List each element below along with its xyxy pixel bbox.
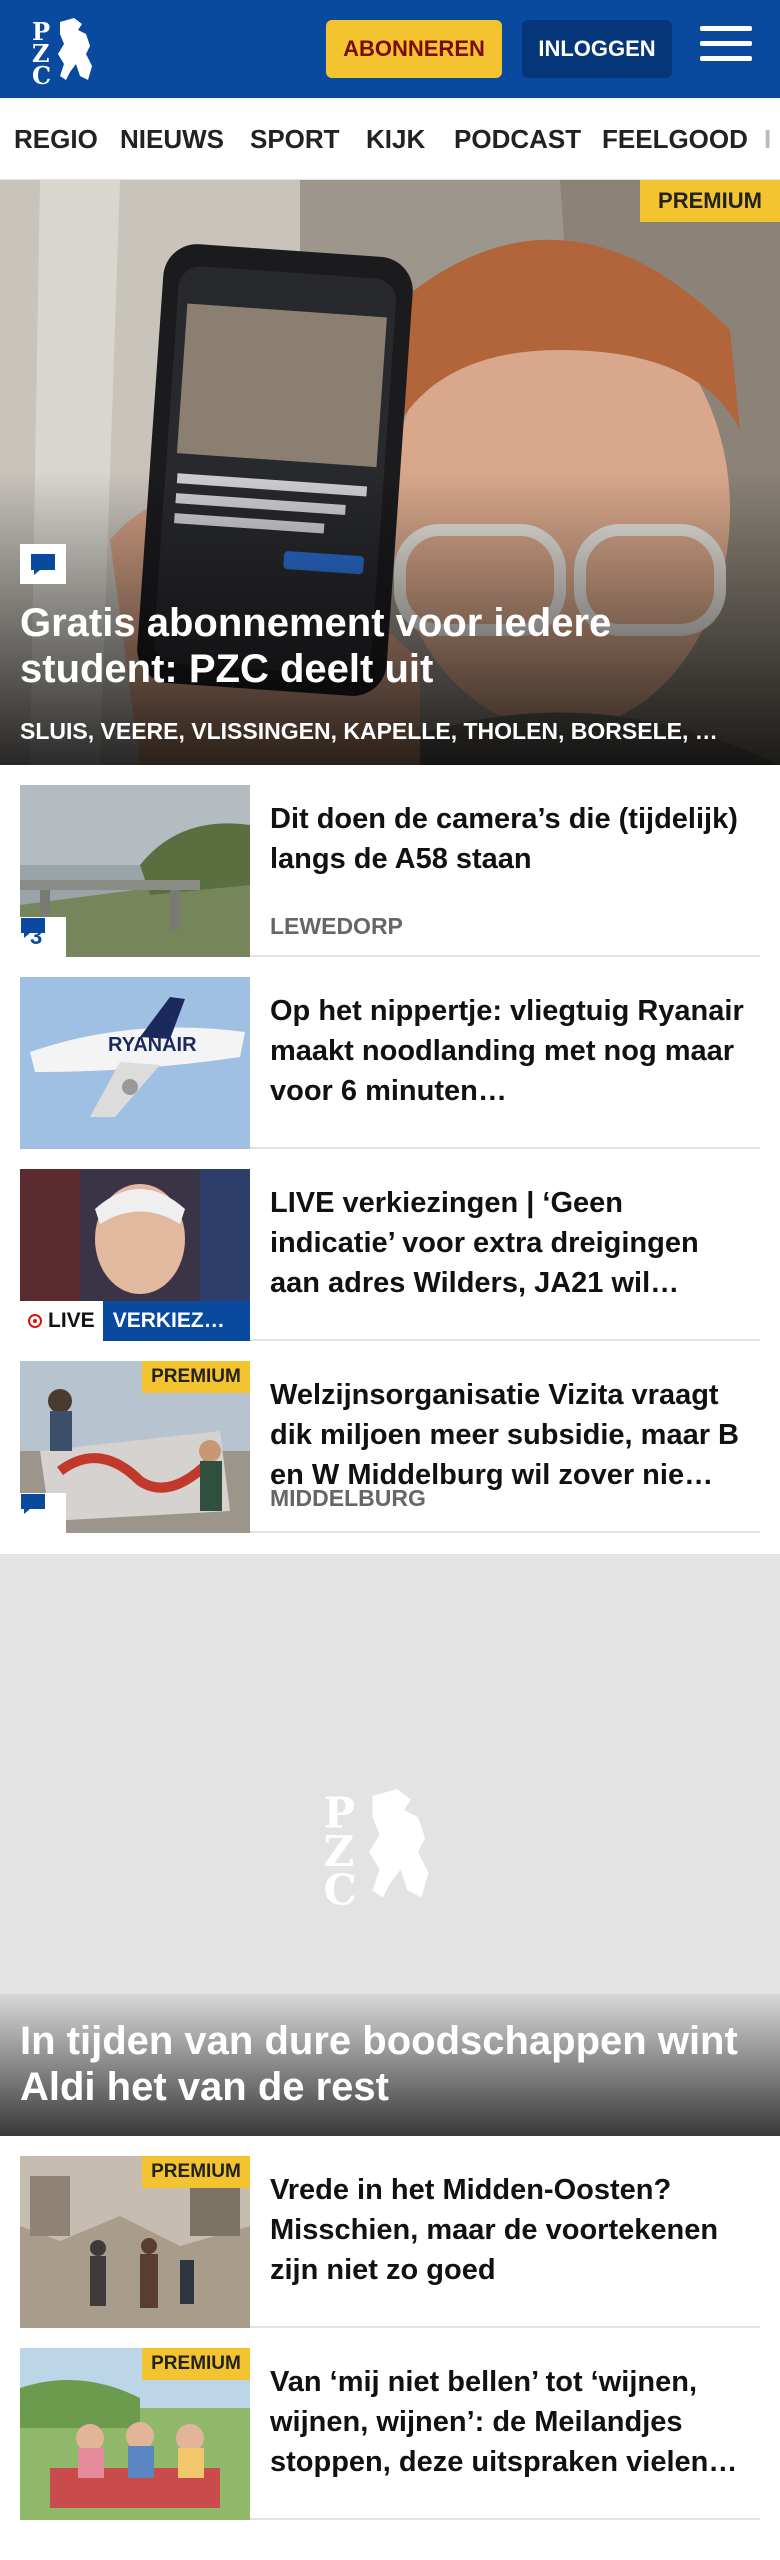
airline-text: RYANAIR	[108, 1034, 197, 1056]
list-item[interactable]: 3 Dit doen de camera’s die (tijdelijk) l…	[20, 785, 760, 957]
article-thumbnail: PREMIUM	[20, 2348, 250, 2520]
article-location: LEWEDORP	[270, 913, 403, 939]
list-item[interactable]: PREMIUM Van ‘mij niet bellen’ tot ‘wijne…	[20, 2348, 760, 2520]
article-thumbnail: LIVE VERKIEZ…	[20, 1169, 250, 1341]
pzc-logo[interactable]: P Z C	[30, 14, 110, 90]
article-thumbnail: RYANAIR	[20, 977, 250, 1149]
hero-location-tags: SLUIS, VEERE, VLISSINGEN, KAPELLE, THOLE…	[20, 718, 718, 744]
premium-badge: PREMIUM	[142, 2156, 250, 2188]
premium-badge: PREMIUM	[640, 180, 780, 222]
live-strip: LIVE VERKIEZ…	[20, 1301, 250, 1341]
article-title[interactable]: Op het nippertje: vliegtuig Ryanair maak…	[270, 991, 755, 1111]
premium-badge: PREMIUM	[142, 2348, 250, 2380]
list-item[interactable]: PREMIUM Vrede in het Midden-Oosten? Miss…	[20, 2156, 760, 2328]
article-title[interactable]: Dit doen de camera’s die (tijdelijk) lan…	[270, 799, 755, 879]
pzc-logo-placeholder: P Z C	[320, 1780, 460, 1915]
live-indicator: LIVE	[20, 1301, 103, 1341]
article-thumbnail: PREMIUM	[20, 2156, 250, 2328]
article-title[interactable]: Vrede in het Midden-Oosten? Misschien, m…	[270, 2170, 755, 2290]
login-button[interactable]: INLOGGEN	[522, 20, 672, 78]
nav-item-kijk[interactable]: KIJK	[366, 98, 425, 179]
comment-counter	[20, 1493, 66, 1533]
comment-icon	[20, 544, 66, 584]
hamburger-menu-icon[interactable]	[700, 26, 752, 70]
article-title[interactable]: Welzijnsorganisatie Vizita vraagt dik mi…	[270, 1375, 755, 1495]
list-item[interactable]: RYANAIR Op het nippertje: vliegtuig Ryan…	[20, 977, 760, 1149]
nav-item-overflow[interactable]: I	[764, 98, 771, 179]
premium-badge: PREMIUM	[142, 1361, 250, 1393]
nav-item-regio[interactable]: REGIO	[14, 98, 98, 179]
comment-counter: 3	[20, 917, 66, 957]
feature-title[interactable]: In tijden van dure boodschappen wint Ald…	[20, 2018, 760, 2110]
nav-item-feelgood[interactable]: FEELGOOD	[602, 98, 748, 179]
article-thumbnail: 3	[20, 785, 250, 957]
article-title[interactable]: LIVE verkiezingen | ‘Geen indicatie’ voo…	[270, 1183, 755, 1303]
list-item[interactable]: LIVE VERKIEZ… LIVE verkiezingen | ‘Geen …	[20, 1169, 760, 1341]
section-nav: REGIO NIEUWS SPORT KIJK PODCAST FEELGOOD…	[0, 98, 780, 180]
article-location: MIDDELBURG	[270, 1485, 426, 1511]
site-header: P Z C ABONNEREN INLOGGEN	[0, 0, 780, 98]
comment-icon	[21, 1494, 45, 1514]
subscribe-button[interactable]: ABONNEREN	[326, 20, 502, 78]
topic-label: VERKIEZ…	[102, 1301, 250, 1341]
nav-item-nieuws[interactable]: NIEUWS	[120, 98, 224, 179]
nav-item-sport[interactable]: SPORT	[250, 98, 340, 179]
nav-item-podcast[interactable]: PODCAST	[454, 98, 581, 179]
hero-title[interactable]: Gratis abonnement voor iedere student: P…	[20, 600, 740, 692]
live-label: LIVE	[48, 1309, 95, 1332]
svg-text:C: C	[324, 1866, 357, 1911]
article-title[interactable]: Van ‘mij niet bellen’ tot ‘wijnen, wijne…	[270, 2362, 755, 2482]
article-thumbnail: PREMIUM	[20, 1361, 250, 1533]
feature-article[interactable]: P Z C In tijden van dure boodschappen wi…	[0, 1554, 780, 2136]
svg-text:C: C	[32, 61, 51, 86]
hero-article[interactable]: PREMIUM Gratis abonnement voor iedere st…	[0, 180, 780, 765]
list-item[interactable]: PREMIUM Welzijnsorganisatie Vizita vraag…	[20, 1361, 760, 1533]
comment-icon	[21, 918, 45, 938]
live-dot-icon	[28, 1314, 42, 1328]
